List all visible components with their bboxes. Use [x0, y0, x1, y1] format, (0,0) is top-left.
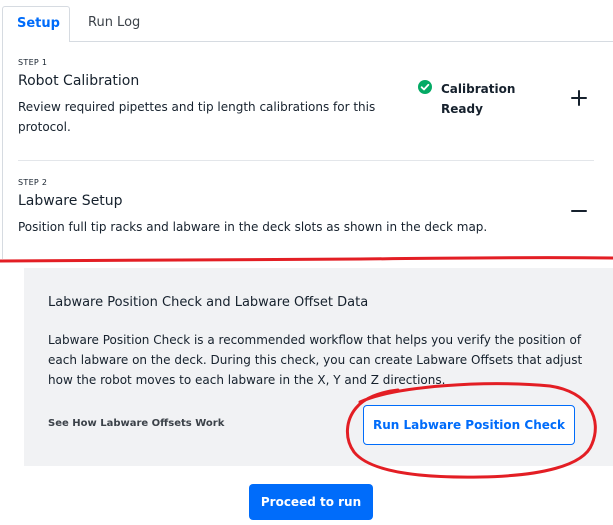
step-labware-setup: STEP 2 Labware Setup Position full tip r… — [18, 178, 538, 237]
plus-icon[interactable] — [570, 89, 588, 107]
step-label: STEP 1 — [18, 58, 48, 67]
red-annotation-line — [0, 256, 613, 263]
lpc-title: Labware Position Check and Labware Offse… — [48, 295, 369, 310]
minus-icon[interactable] — [570, 202, 588, 220]
step-robot-calibration: STEP 1 Robot Calibration Review required… — [18, 58, 398, 137]
step-title: Robot Calibration — [18, 73, 140, 89]
tab-setup[interactable]: Setup — [2, 6, 70, 42]
step-description: Position full tip racks and labware in t… — [18, 220, 488, 234]
labware-offsets-help-link[interactable]: See How Labware Offsets Work — [48, 418, 224, 429]
tab-bar: Setup Run Log — [0, 0, 613, 42]
setup-panel: STEP 1 Robot Calibration Review required… — [2, 41, 613, 259]
divider — [18, 160, 594, 161]
check-circle-icon — [418, 80, 432, 94]
step-label: STEP 2 — [18, 178, 48, 187]
calibration-status-label: Calibration Ready — [441, 82, 516, 116]
step-description: Review required pipettes and tip length … — [18, 100, 376, 134]
red-annotation-circle — [346, 382, 597, 479]
step-title: Labware Setup — [18, 193, 123, 209]
tab-run-log[interactable]: Run Log — [88, 15, 140, 30]
proceed-to-run-button[interactable]: Proceed to run — [249, 484, 373, 520]
tab-setup-label: Setup — [17, 16, 60, 31]
